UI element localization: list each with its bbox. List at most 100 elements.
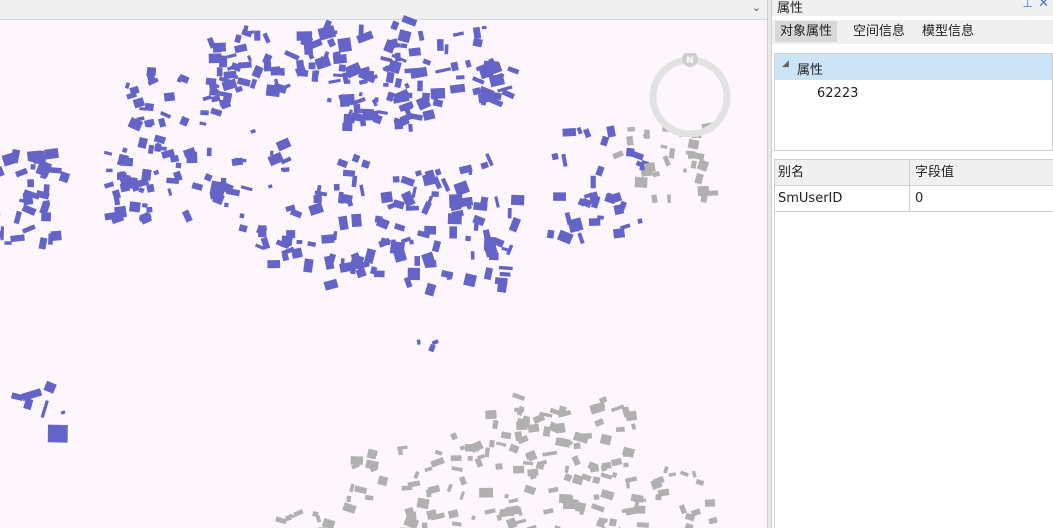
building[interactable]: [401, 15, 418, 27]
building[interactable]: [458, 475, 468, 486]
building[interactable]: [10, 234, 25, 243]
building[interactable]: [684, 522, 694, 528]
building[interactable]: [485, 410, 497, 420]
building[interactable]: [577, 232, 585, 245]
building[interactable]: [365, 459, 380, 471]
building[interactable]: [480, 161, 489, 170]
building[interactable]: [624, 476, 638, 484]
building[interactable]: [588, 218, 601, 226]
building[interactable]: [377, 110, 388, 115]
building[interactable]: [167, 188, 173, 196]
building[interactable]: [103, 181, 115, 189]
building[interactable]: [327, 38, 336, 48]
building[interactable]: [210, 107, 223, 117]
building[interactable]: [206, 36, 216, 49]
building[interactable]: [296, 59, 305, 71]
building[interactable]: [421, 522, 428, 528]
building[interactable]: [38, 237, 48, 250]
building[interactable]: [358, 91, 363, 97]
building[interactable]: [200, 110, 209, 116]
building[interactable]: [431, 339, 439, 346]
building[interactable]: [615, 426, 625, 433]
building[interactable]: [465, 235, 472, 242]
building[interactable]: [351, 213, 362, 228]
building[interactable]: [424, 282, 437, 297]
building[interactable]: [449, 226, 458, 239]
building[interactable]: [474, 457, 484, 468]
building[interactable]: [523, 484, 537, 496]
building[interactable]: [267, 151, 284, 167]
compass-icon[interactable]: N: [648, 53, 732, 137]
building[interactable]: [210, 95, 221, 103]
building[interactable]: [321, 234, 335, 244]
building[interactable]: [289, 208, 303, 219]
building[interactable]: [421, 201, 432, 216]
building[interactable]: [103, 150, 113, 156]
building[interactable]: [417, 30, 425, 42]
building[interactable]: [21, 224, 36, 234]
building[interactable]: [499, 271, 511, 277]
building[interactable]: [694, 172, 704, 185]
building[interactable]: [504, 493, 510, 499]
building[interactable]: [342, 122, 353, 132]
building[interactable]: [690, 508, 702, 517]
building[interactable]: [141, 203, 148, 208]
building[interactable]: [652, 170, 661, 178]
building[interactable]: [687, 152, 695, 159]
building[interactable]: [600, 488, 615, 501]
building[interactable]: [124, 82, 131, 89]
building[interactable]: [464, 59, 472, 68]
building[interactable]: [627, 126, 636, 132]
building[interactable]: [303, 258, 314, 273]
building[interactable]: [498, 265, 513, 271]
building[interactable]: [179, 115, 190, 127]
building[interactable]: [286, 230, 296, 239]
building[interactable]: [626, 135, 634, 146]
building[interactable]: [682, 168, 688, 173]
building[interactable]: [199, 121, 207, 126]
building[interactable]: [431, 240, 442, 253]
building[interactable]: [14, 167, 28, 178]
building[interactable]: [471, 515, 476, 521]
building[interactable]: [372, 450, 378, 457]
building[interactable]: [637, 218, 643, 224]
column-header-alias[interactable]: 别名: [775, 160, 910, 185]
building[interactable]: [283, 49, 300, 61]
building[interactable]: [138, 187, 145, 194]
building[interactable]: [551, 152, 559, 161]
building[interactable]: [355, 267, 367, 279]
building[interactable]: [338, 215, 349, 231]
building[interactable]: [435, 67, 452, 74]
building[interactable]: [451, 209, 464, 218]
building[interactable]: [482, 229, 492, 243]
building[interactable]: [132, 97, 146, 109]
building[interactable]: [593, 494, 600, 500]
building[interactable]: [695, 478, 705, 486]
building[interactable]: [296, 239, 303, 245]
building[interactable]: [459, 445, 466, 451]
building[interactable]: [146, 183, 155, 193]
building[interactable]: [364, 248, 376, 264]
building[interactable]: [48, 233, 54, 245]
building[interactable]: [484, 508, 496, 515]
building[interactable]: [697, 185, 710, 197]
building[interactable]: [351, 175, 358, 188]
building[interactable]: [181, 209, 193, 223]
building[interactable]: [340, 93, 355, 106]
building[interactable]: [590, 175, 596, 189]
tab-object-properties[interactable]: 对象属性: [775, 21, 838, 42]
building[interactable]: [696, 159, 710, 172]
unselected-buildings[interactable]: [275, 122, 719, 528]
building[interactable]: [0, 211, 1, 219]
building[interactable]: [459, 491, 465, 501]
building[interactable]: [21, 388, 43, 402]
building[interactable]: [411, 186, 417, 198]
building[interactable]: [275, 516, 287, 525]
building[interactable]: [186, 151, 198, 164]
building[interactable]: [464, 444, 479, 452]
building[interactable]: [408, 47, 422, 57]
building[interactable]: [394, 52, 401, 62]
building[interactable]: [599, 433, 612, 446]
building[interactable]: [4, 241, 12, 245]
building[interactable]: [321, 518, 336, 528]
